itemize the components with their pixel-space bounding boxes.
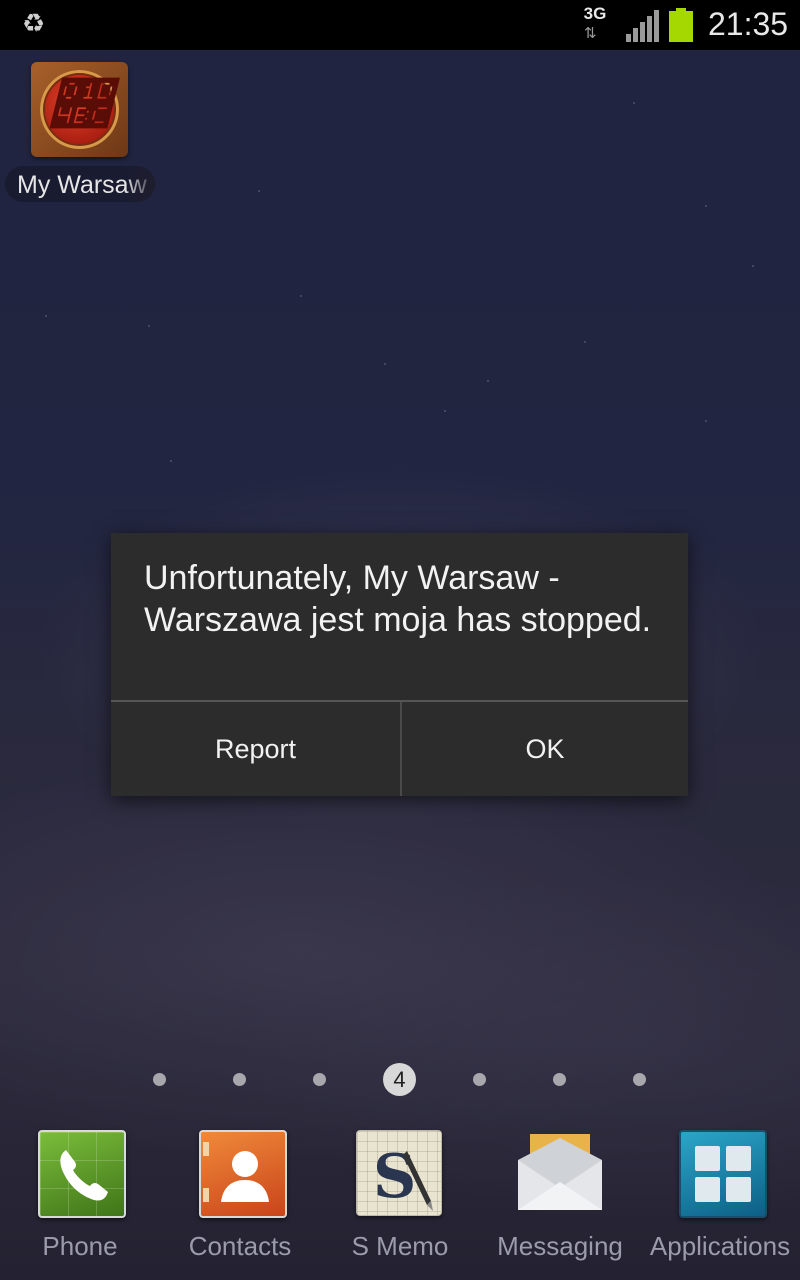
data-transfer-icon: ⇅ (584, 24, 597, 42)
page-indicator-dot[interactable] (553, 1073, 566, 1086)
page-indicator-dot[interactable] (633, 1073, 646, 1086)
status-clock: 21:35 (708, 6, 789, 42)
signal-strength-icon (626, 10, 659, 42)
dialog-message: Unfortunately, My Warsaw - Warszawa jest… (144, 559, 652, 639)
page-indicator-dot[interactable] (233, 1073, 246, 1086)
report-button[interactable]: Report (111, 702, 400, 796)
network-type: 3G (583, 4, 607, 23)
page-indicator-dot[interactable] (473, 1073, 486, 1086)
dock-label-messaging: Messaging (497, 1231, 623, 1261)
dock-label-s-memo: S Memo (351, 1231, 449, 1261)
app-stopped-dialog: Unfortunately, My Warsaw - Warszawa jest… (111, 533, 688, 796)
person-silhouette-icon (203, 1142, 269, 1202)
messaging-icon[interactable] (516, 1130, 602, 1214)
phone-icon[interactable] (38, 1130, 126, 1218)
status-bar: ♻ 3G ⇅ 21:35 (0, 0, 800, 50)
page-indicator-dot[interactable] (153, 1073, 166, 1086)
app-icon-glyph: 𝒼 (51, 72, 108, 138)
envelope-icon (518, 1134, 602, 1210)
dock-label-phone: Phone (42, 1231, 118, 1261)
svg-text:S: S (373, 1142, 416, 1212)
dock-label-applications: Applications (649, 1231, 791, 1261)
battery-icon (669, 8, 693, 42)
s-memo-icon[interactable]: S (356, 1130, 442, 1216)
applications-icon[interactable] (679, 1130, 767, 1218)
s-memo-pen-icon: S (373, 1142, 433, 1212)
phone-handset-icon (60, 1150, 108, 1201)
app-shortcut-label[interactable]: My Warsaw (5, 166, 155, 202)
recycle-icon: ♻ (22, 9, 46, 39)
contacts-icon[interactable] (199, 1130, 287, 1218)
dock-label-contacts: Contacts (188, 1231, 292, 1261)
page-indicator-current[interactable]: 4 (383, 1063, 416, 1096)
my-warsaw-app-icon[interactable]: 𝒼 (31, 62, 128, 157)
page-indicator-dot[interactable] (313, 1073, 326, 1086)
ok-button[interactable]: OK (402, 702, 688, 796)
apps-grid-icon (695, 1146, 751, 1202)
label-fade (125, 166, 155, 202)
